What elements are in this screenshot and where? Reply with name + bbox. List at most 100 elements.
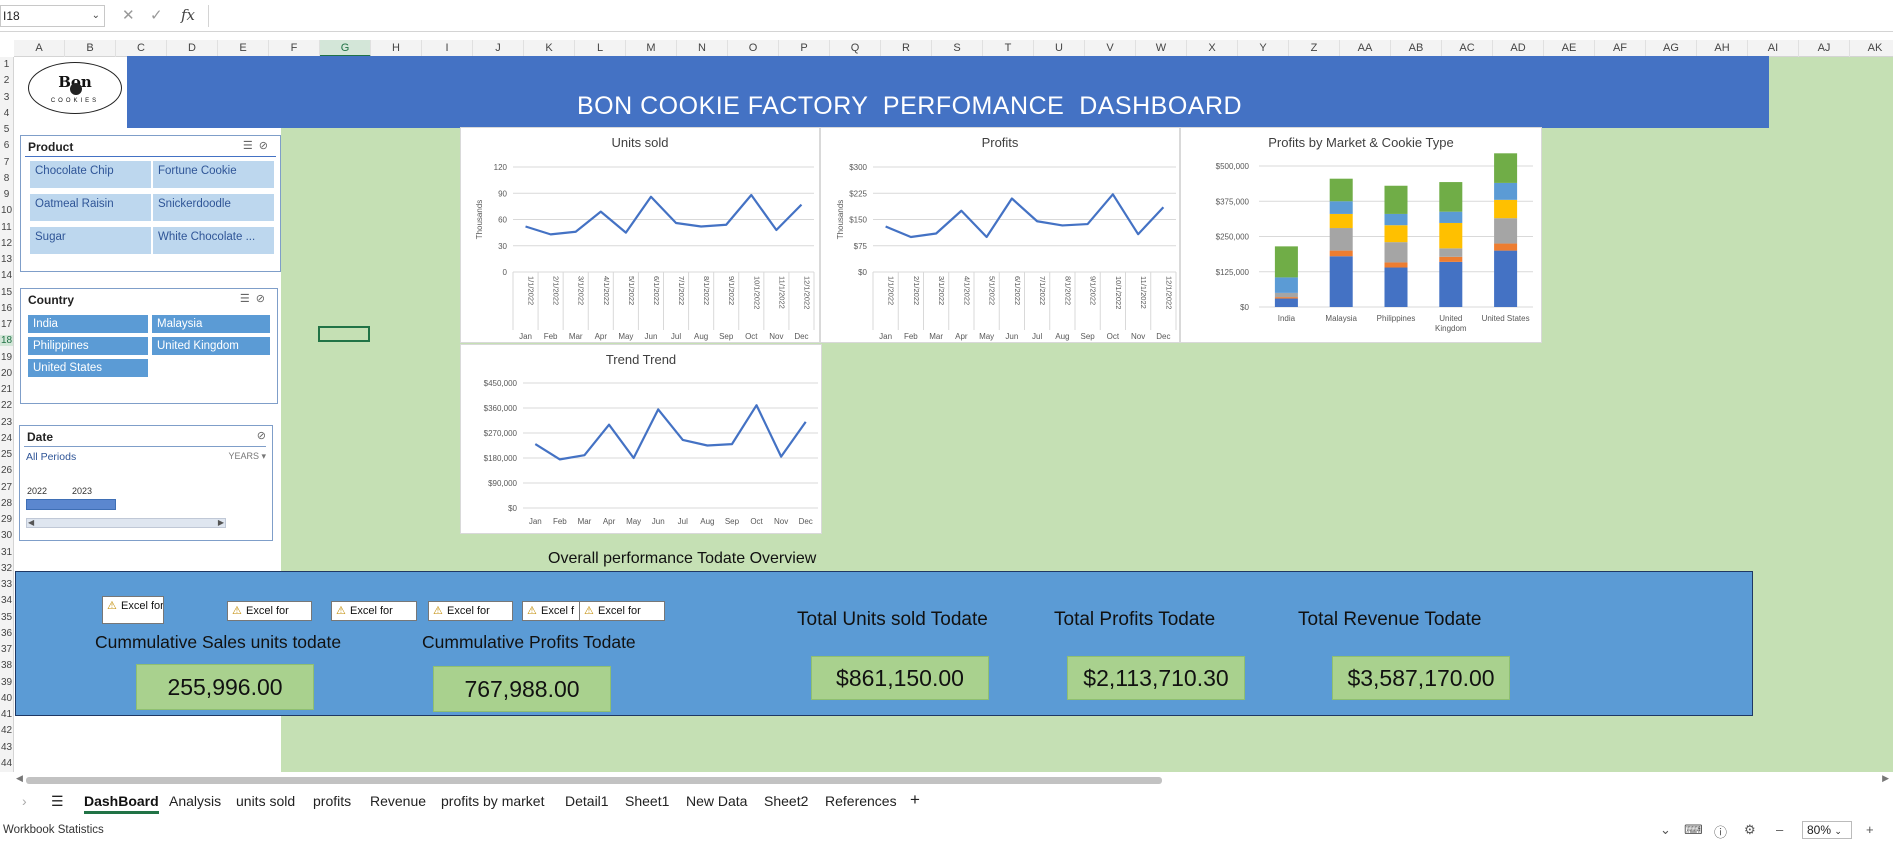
column-header-n[interactable]: N — [677, 40, 728, 57]
slicer-item-snickerdoodle[interactable]: Snickerdoodle — [152, 193, 275, 222]
column-header-a[interactable]: A — [14, 40, 65, 57]
row-header-40[interactable]: 40 — [0, 693, 13, 704]
column-header-j[interactable]: J — [473, 40, 524, 57]
country-slicer[interactable]: Country ☰⊘ India Malaysia Philippines Un… — [20, 288, 278, 404]
column-header-l[interactable]: L — [575, 40, 626, 57]
slicer-item-white-chocolate[interactable]: White Chocolate ... — [152, 226, 275, 255]
trend-chart[interactable]: Trend Trend $0 $90,000 $180,000 $270,000 $36… — [460, 344, 822, 534]
column-header-ak[interactable]: AK — [1850, 40, 1893, 57]
formula-input[interactable] — [208, 5, 1893, 27]
zoom-dropdown[interactable]: 80% ⌄ — [1802, 821, 1852, 839]
chevron-down-icon[interactable]: ⌄ — [92, 6, 100, 26]
column-header-v[interactable]: V — [1085, 40, 1136, 57]
column-header-m[interactable]: M — [626, 40, 677, 57]
profits-by-market-chart[interactable]: Profits by Market & Cookie Type $0 $125,0… — [1180, 127, 1542, 343]
scroll-right-icon[interactable]: ▶ — [1882, 773, 1889, 784]
tab-sheet1[interactable]: Sheet1 — [625, 793, 669, 809]
column-header-u[interactable]: U — [1034, 40, 1085, 57]
excel-object-chip[interactable]: Excel for — [428, 601, 513, 621]
row-header-1[interactable]: 1 — [0, 59, 13, 70]
accessibility-icon[interactable]: ⚙ — [1744, 822, 1756, 838]
row-header-11[interactable]: 11 — [0, 222, 13, 233]
row-header-21[interactable]: 21 — [0, 384, 13, 395]
fx-icon[interactable]: fx — [181, 6, 195, 24]
tab-sheet2[interactable]: Sheet2 — [764, 793, 808, 809]
row-header-24[interactable]: 24 — [0, 433, 13, 444]
slicer-item-india[interactable]: India — [27, 314, 149, 334]
excel-object-chip[interactable]: Excel for — [227, 601, 312, 621]
column-header-y[interactable]: Y — [1238, 40, 1289, 57]
column-header-ac[interactable]: AC — [1442, 40, 1493, 57]
all-sheets-menu-icon[interactable]: ☰ — [51, 793, 64, 810]
clear-filter-icon[interactable]: ⊘ — [257, 429, 266, 442]
tab-units-sold[interactable]: units sold — [236, 793, 295, 809]
column-header-q[interactable]: Q — [830, 40, 881, 57]
row-header-39[interactable]: 39 — [0, 677, 13, 688]
workbook-statistics[interactable]: Workbook Statistics — [3, 824, 104, 836]
column-header-t[interactable]: T — [983, 40, 1034, 57]
excel-object-chip[interactable]: Excel for — [102, 596, 164, 624]
horizontal-scrollbar[interactable]: ◀ ▶ — [14, 773, 1893, 787]
column-header-e[interactable]: E — [218, 40, 269, 57]
profits-chart[interactable]: Profits $0 $75 $150 $225 $300 Thousands 1/1/20… — [820, 127, 1180, 343]
chevron-down-icon[interactable]: ⌄ — [1660, 822, 1671, 838]
column-header-p[interactable]: P — [779, 40, 830, 57]
column-header-x[interactable]: X — [1187, 40, 1238, 57]
slicer-item-malaysia[interactable]: Malaysia — [151, 314, 271, 334]
tab-profits-by-market[interactable]: profits by market — [441, 793, 544, 809]
row-header-3[interactable]: 3 — [0, 92, 13, 103]
units-sold-chart[interactable]: Units sold 0 30 60 90 120 Thousands 1/1/2022 2/… — [460, 127, 820, 343]
row-header-2[interactable]: 2 — [0, 75, 13, 86]
row-header-28[interactable]: 28 — [0, 498, 13, 509]
row-header-22[interactable]: 22 — [0, 400, 13, 411]
excel-object-chip[interactable]: Excel for — [331, 601, 417, 621]
row-header-14[interactable]: 14 — [0, 270, 13, 281]
multi-select-icon[interactable]: ☰⊘ — [240, 292, 271, 305]
product-slicer[interactable]: Product ☰⊘ Chocolate Chip Fortune Cookie… — [20, 135, 281, 272]
tab-scroll-right-icon[interactable]: › — [22, 793, 27, 809]
row-header-8[interactable]: 8 — [0, 173, 13, 184]
excel-object-chip[interactable]: Excel for — [579, 601, 665, 621]
tab-revenue[interactable]: Revenue — [370, 793, 426, 809]
scroll-left-icon[interactable]: ◀ — [28, 518, 34, 527]
date-timeline[interactable]: Date ⊘ All Periods YEARS ▾ 2022 2023 ◀ ▶ — [19, 425, 273, 541]
slicer-item-oatmeal-raisin[interactable]: Oatmeal Raisin — [29, 193, 152, 222]
column-header-ag[interactable]: AG — [1646, 40, 1697, 57]
check-icon[interactable]: ✓ — [150, 6, 163, 24]
name-box[interactable]: I18 ⌄ — [0, 5, 105, 27]
row-header-43[interactable]: 43 — [0, 742, 13, 753]
zoom-in-icon[interactable]: + — [1866, 822, 1874, 837]
timeline-level-dropdown[interactable]: YEARS ▾ — [228, 451, 266, 462]
tab-dashboard[interactable]: DashBoard — [84, 793, 159, 814]
row-header-23[interactable]: 23 — [0, 417, 13, 428]
row-header-36[interactable]: 36 — [0, 628, 13, 639]
row-header-44[interactable]: 44 — [0, 758, 13, 769]
row-header-13[interactable]: 13 — [0, 254, 13, 265]
row-header-27[interactable]: 27 — [0, 482, 13, 493]
row-header-9[interactable]: 9 — [0, 189, 13, 200]
row-header-42[interactable]: 42 — [0, 725, 13, 736]
tab-analysis[interactable]: Analysis — [169, 793, 221, 809]
slicer-item-philippines[interactable]: Philippines — [27, 336, 149, 356]
tab-profits[interactable]: profits — [313, 793, 351, 809]
row-header-18[interactable]: 18 — [0, 335, 13, 347]
column-header-ae[interactable]: AE — [1544, 40, 1595, 57]
column-header-r[interactable]: R — [881, 40, 932, 57]
row-header-30[interactable]: 30 — [0, 530, 13, 541]
slicer-item-united-kingdom[interactable]: United Kingdom — [151, 336, 271, 356]
scrollbar-thumb[interactable] — [26, 777, 1162, 784]
row-header-29[interactable]: 29 — [0, 514, 13, 525]
row-header-31[interactable]: 31 — [0, 547, 13, 558]
tab-references[interactable]: References — [825, 793, 897, 809]
column-header-ah[interactable]: AH — [1697, 40, 1748, 57]
row-header-10[interactable]: 10 — [0, 205, 13, 216]
row-header-25[interactable]: 25 — [0, 449, 13, 460]
row-header-41[interactable]: 41 — [0, 709, 13, 720]
column-header-w[interactable]: W — [1136, 40, 1187, 57]
column-header-h[interactable]: H — [371, 40, 422, 57]
column-header-k[interactable]: K — [524, 40, 575, 57]
add-sheet-icon[interactable]: + — [910, 790, 920, 810]
row-header-38[interactable]: 38 — [0, 660, 13, 671]
column-header-af[interactable]: AF — [1595, 40, 1646, 57]
column-header-aj[interactable]: AJ — [1799, 40, 1850, 57]
